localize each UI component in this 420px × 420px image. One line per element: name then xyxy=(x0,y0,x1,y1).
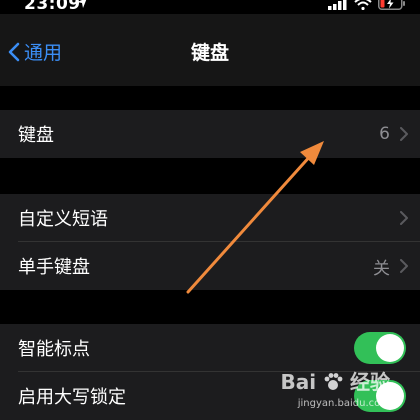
watermark-logo: Bai 经验 xyxy=(280,366,390,395)
keyboards-group: 键盘 6 xyxy=(0,110,420,158)
watermark-brand: Bai xyxy=(280,370,317,394)
chevron-right-icon xyxy=(400,259,408,273)
chevron-right-icon xyxy=(400,211,408,225)
wifi-icon xyxy=(354,0,372,10)
keyboards-label: 键盘 xyxy=(18,125,54,146)
status-bar: 23:09 xyxy=(0,0,420,14)
chevron-right-icon xyxy=(400,127,408,141)
navigation-bar: 通用 键盘 xyxy=(0,14,420,86)
smart-punctuation-toggle[interactable] xyxy=(354,332,406,364)
shortcuts-group: 自定义短语 单手键盘 关 xyxy=(0,194,420,290)
caps-lock-label: 启用大写锁定 xyxy=(18,387,126,408)
page-title: 键盘 xyxy=(190,42,229,64)
location-arrow-icon xyxy=(77,0,87,8)
watermark-url: jingyan.baidu.com xyxy=(297,398,390,409)
toggle-knob xyxy=(376,334,404,362)
paw-icon xyxy=(324,373,343,390)
one-handed-keyboard-row[interactable]: 单手键盘 关 xyxy=(0,242,420,290)
keyboards-row[interactable]: 键盘 6 xyxy=(0,110,420,158)
signal-icon xyxy=(328,0,347,10)
keyboards-count: 6 xyxy=(379,124,390,144)
smart-punctuation-label: 智能标点 xyxy=(18,339,90,360)
watermark-brand-suffix: 经验 xyxy=(350,370,390,394)
smart-punctuation-row: 智能标点 xyxy=(0,324,420,372)
text-replacement-label: 自定义短语 xyxy=(18,209,108,230)
status-time: 23:09 xyxy=(24,0,81,14)
text-replacement-row[interactable]: 自定义短语 xyxy=(0,194,420,242)
one-handed-keyboard-label: 单手键盘 xyxy=(18,257,90,278)
battery-charging-icon xyxy=(378,0,405,10)
status-indicators xyxy=(328,0,406,10)
one-handed-keyboard-value: 关 xyxy=(373,258,390,279)
